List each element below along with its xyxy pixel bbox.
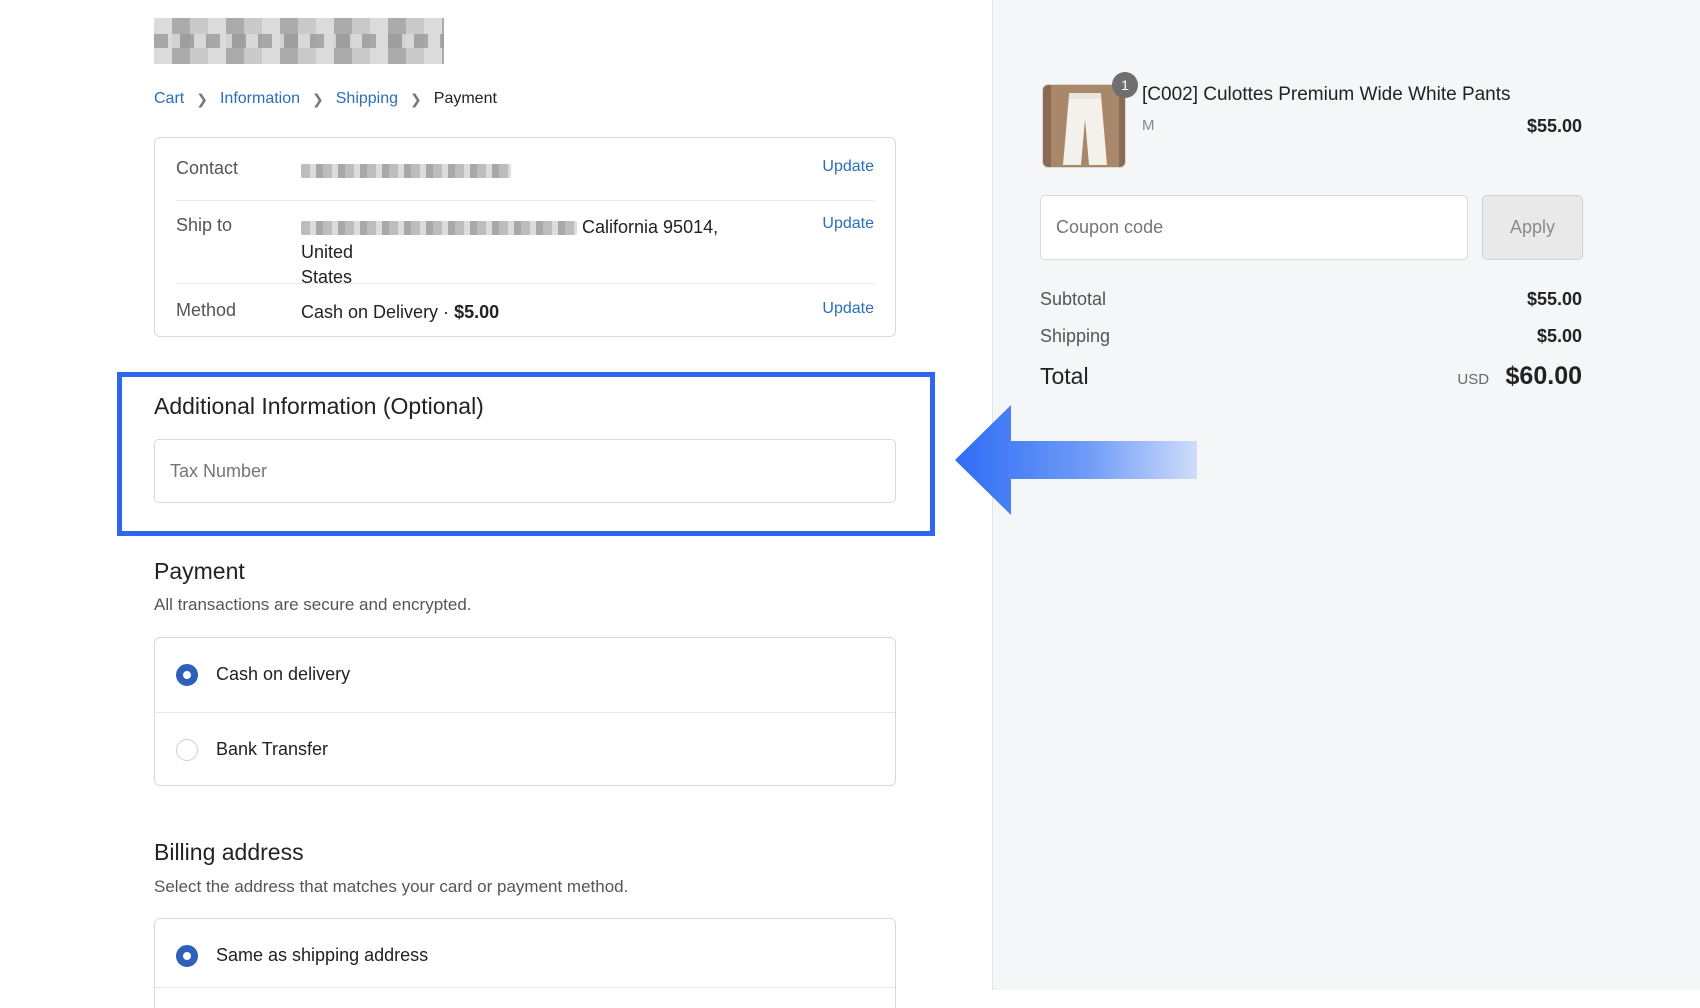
- method-value: Cash on Delivery · $5.00: [301, 300, 771, 325]
- divider: [176, 200, 874, 201]
- store-logo[interactable]: [154, 18, 444, 64]
- radio-selected-icon[interactable]: [176, 663, 198, 686]
- chevron-right-icon: ❯: [410, 90, 422, 107]
- total-row: Total USD $60.00: [1040, 362, 1582, 391]
- method-price: $5.00: [454, 302, 500, 322]
- quantity-badge: 1: [1112, 72, 1138, 98]
- method-label: Method: [176, 300, 237, 320]
- shipping-row: Shipping $5.00: [1040, 326, 1582, 347]
- contact-label: Contact: [176, 158, 239, 178]
- subtotal-label: Subtotal: [1040, 289, 1107, 309]
- payment-option-label: Cash on delivery: [216, 664, 351, 684]
- ship-to-value: California 95014, United States: [301, 215, 771, 290]
- shipping-label: Shipping: [1040, 326, 1111, 346]
- payment-title: Payment: [154, 558, 245, 584]
- product-price: $55.00: [1526, 116, 1582, 136]
- update-method-link[interactable]: Update: [822, 300, 874, 318]
- payment-option-label: Bank Transfer: [216, 739, 329, 759]
- total-currency: USD: [1457, 371, 1490, 388]
- additional-info-title: Additional Information (Optional): [154, 393, 484, 419]
- product-image-icon: [1043, 85, 1125, 167]
- breadcrumb-information[interactable]: Information: [220, 90, 300, 108]
- payment-options: Cash on delivery Bank Transfer: [154, 637, 896, 786]
- update-ship-to-link[interactable]: Update: [822, 215, 874, 233]
- chevron-right-icon: ❯: [196, 90, 208, 107]
- product-name: [C002] Culottes Premium Wide White Pants: [1142, 84, 1511, 105]
- payment-option-cash-on-delivery[interactable]: Cash on delivery: [155, 638, 895, 711]
- method-name: Cash on Delivery ·: [301, 302, 455, 322]
- payment-option-bank-transfer[interactable]: Bank Transfer: [155, 713, 895, 786]
- ship-to-label: Ship to: [176, 215, 233, 235]
- payment-subtitle: All transactions are secure and encrypte…: [154, 595, 472, 614]
- radio-selected-icon[interactable]: [176, 944, 198, 967]
- shipping-value: $5.00: [1536, 326, 1582, 346]
- billing-title: Billing address: [154, 839, 304, 865]
- redacted-email: [301, 164, 511, 179]
- billing-option-same-as-shipping[interactable]: Same as shipping address: [155, 919, 895, 992]
- divider: [176, 283, 874, 284]
- annotation-arrow-icon: [955, 405, 1197, 515]
- subtotal-value: $55.00: [1526, 289, 1582, 309]
- review-block: Contact Update Ship to California 95014,…: [154, 137, 896, 337]
- ship-to-country-line: States: [301, 267, 353, 287]
- apply-coupon-button[interactable]: Apply: [1482, 195, 1583, 260]
- breadcrumb-shipping[interactable]: Shipping: [336, 90, 398, 108]
- radio-unselected-icon[interactable]: [176, 738, 198, 761]
- billing-option-label: Same as shipping address: [216, 945, 429, 965]
- billing-options: Same as shipping address: [154, 918, 896, 1008]
- divider: [155, 987, 895, 988]
- breadcrumb: Cart ❯ Information ❯ Shipping ❯ Payment: [154, 90, 497, 108]
- subtotal-row: Subtotal $55.00: [1040, 289, 1582, 310]
- product-thumbnail: [1042, 84, 1126, 168]
- billing-subtitle: Select the address that matches your car…: [154, 877, 629, 896]
- total-label: Total: [1040, 363, 1089, 389]
- coupon-code-input[interactable]: [1040, 195, 1468, 260]
- product-variant: M: [1142, 117, 1155, 134]
- contact-value: [301, 158, 771, 183]
- total-amount: USD $60.00: [1457, 362, 1582, 391]
- total-value: $60.00: [1505, 362, 1582, 390]
- breadcrumb-payment: Payment: [433, 90, 497, 107]
- tax-number-input[interactable]: [154, 439, 896, 503]
- update-contact-link[interactable]: Update: [822, 158, 874, 176]
- breadcrumb-cart[interactable]: Cart: [154, 90, 184, 108]
- redacted-address: [301, 221, 577, 236]
- chevron-right-icon: ❯: [312, 90, 324, 107]
